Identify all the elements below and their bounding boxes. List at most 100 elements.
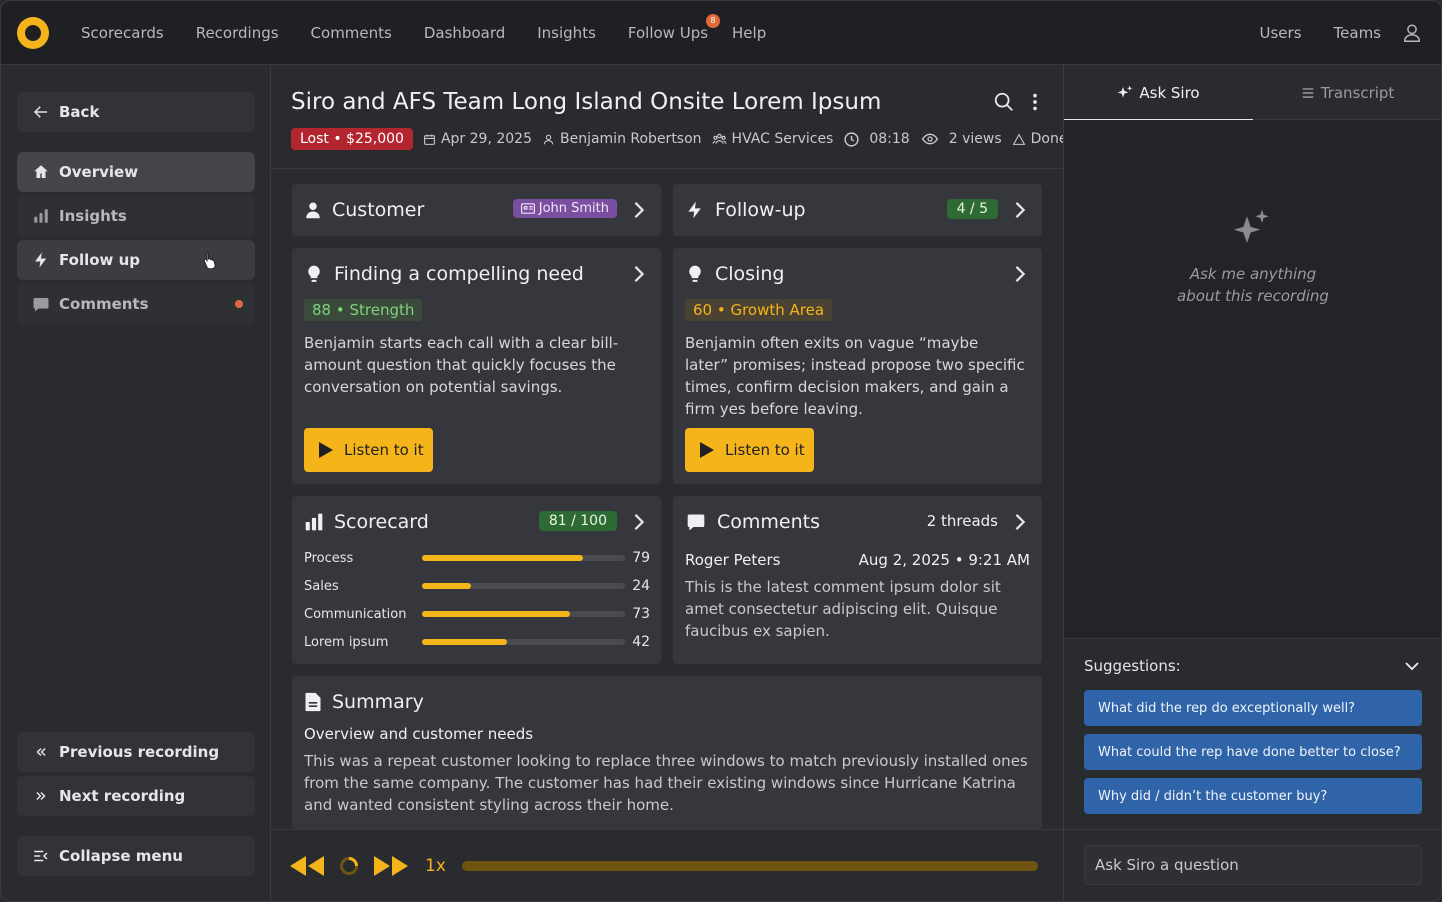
empty-state-line-2: about this recording xyxy=(1177,287,1329,305)
suggestion-button[interactable]: Why did / didn’t the customer buy? xyxy=(1084,778,1422,814)
nav-insights[interactable]: Insights xyxy=(521,24,612,42)
meta-state: Done xyxy=(1012,131,1068,147)
listen-label: Listen to it xyxy=(344,441,424,459)
unread-dot xyxy=(235,300,243,308)
divider xyxy=(1064,829,1441,830)
meta-duration: 08:18 xyxy=(843,131,910,148)
score-bar-fill xyxy=(421,555,583,561)
meta-date-text: Apr 29, 2025 xyxy=(440,131,532,147)
insight-card-title: Finding a compelling need xyxy=(334,263,584,285)
rewind-icon[interactable] xyxy=(289,855,325,877)
sidebar-item-overview[interactable]: Overview xyxy=(17,152,255,192)
header-actions xyxy=(993,91,1041,113)
empty-state-text: Ask me anything about this recording xyxy=(1064,263,1441,307)
bar-chart-icon xyxy=(31,206,51,226)
summary-subtitle: Overview and customer needs xyxy=(304,725,534,743)
clock-icon xyxy=(844,131,859,147)
follow-up-card-title: Follow-up xyxy=(715,199,806,221)
meta-state-text: Done xyxy=(1030,131,1068,147)
sidebar-item-comments[interactable]: Comments xyxy=(17,284,255,324)
chevron-right-icon[interactable] xyxy=(633,513,645,531)
previous-recording-button[interactable]: Previous recording xyxy=(17,732,255,772)
sparkle-icon xyxy=(1118,85,1133,98)
chevron-down-icon[interactable] xyxy=(1403,657,1421,675)
playback-speed[interactable]: 1x xyxy=(425,856,446,876)
user-profile-icon[interactable] xyxy=(1401,22,1423,44)
team-icon xyxy=(712,133,727,144)
suggestion-button[interactable]: What could the rep have done better to c… xyxy=(1084,734,1422,770)
playback-progress-bar[interactable] xyxy=(461,860,1038,871)
nav-teams[interactable]: Teams xyxy=(1318,24,1397,42)
comments-card[interactable]: Comments 2 threads Roger Peters Aug 2, 2… xyxy=(673,496,1042,664)
double-chevron-left-icon xyxy=(31,742,51,762)
score-bar-fill xyxy=(421,639,508,645)
siro-logo[interactable] xyxy=(17,16,49,49)
double-chevron-right-icon xyxy=(31,786,51,806)
insight-text: Benjamin often exits on vague “maybe lat… xyxy=(685,334,1025,418)
recording-header: Siro and AFS Team Long Island Onsite Lor… xyxy=(271,65,1067,169)
collapse-menu-icon xyxy=(31,846,51,866)
tab-transcript[interactable]: Transcript xyxy=(1253,65,1441,120)
insight-text: Benjamin starts each call with a clear b… xyxy=(304,334,619,396)
thread-count: 2 threads xyxy=(926,512,998,530)
play-icon xyxy=(319,442,333,458)
next-recording-button[interactable]: Next recording xyxy=(17,776,255,816)
nav-dashboard[interactable]: Dashboard xyxy=(408,24,521,42)
customer-name-pill[interactable]: John Smith xyxy=(512,199,617,218)
nav-comments[interactable]: Comments xyxy=(295,24,408,42)
nav-help[interactable]: Help xyxy=(724,24,782,42)
score-bar-track xyxy=(421,555,626,561)
follow-up-card[interactable]: Follow-up 4 / 5 xyxy=(673,184,1042,236)
document-icon xyxy=(305,692,321,712)
fast-forward-icon[interactable] xyxy=(373,855,409,877)
score-value: 24 xyxy=(632,578,651,594)
suggestions-title: Suggestions: xyxy=(1084,657,1181,675)
loading-spinner-icon xyxy=(340,856,358,875)
empty-state-line-1: Ask me anything xyxy=(1189,265,1317,283)
insight-card-need: Finding a compelling need 88 • Strength … xyxy=(292,248,661,484)
more-vertical-icon[interactable] xyxy=(1029,91,1041,113)
insight-card-header: Closing xyxy=(685,248,784,300)
sidebar: Back Overview Insights Follow up Comment… xyxy=(1,65,271,901)
sidebar-item-insights[interactable]: Insights xyxy=(17,196,255,236)
sparkle-icon xyxy=(1233,209,1269,243)
comment-text: This is the latest comment ipsum dolor s… xyxy=(685,578,1001,640)
collapse-menu-label: Collapse menu xyxy=(59,847,183,865)
listen-button[interactable]: Listen to it xyxy=(685,428,814,472)
back-button[interactable]: Back xyxy=(17,92,255,132)
ask-siro-input[interactable] xyxy=(1084,845,1422,885)
chevron-right-icon[interactable] xyxy=(633,265,645,283)
lightbulb-icon xyxy=(689,265,701,282)
collapse-menu-button[interactable]: Collapse menu xyxy=(17,836,255,876)
score-row: Sales 24 xyxy=(304,576,650,596)
growth-area-tag: 60 • Growth Area xyxy=(685,299,833,321)
nav-follow-ups[interactable]: Follow Ups 8 xyxy=(612,13,724,42)
comment-icon xyxy=(687,514,705,531)
chevron-right-icon[interactable] xyxy=(633,201,645,219)
customer-card[interactable]: Customer John Smith xyxy=(292,184,661,236)
sidebar-item-follow-up[interactable]: Follow up xyxy=(17,240,255,280)
nav-scorecards[interactable]: Scorecards xyxy=(65,24,180,42)
nav-recordings[interactable]: Recordings xyxy=(180,24,295,42)
scorecard-card[interactable]: Scorecard 81 / 100 Process 79 Sales 24 Commu… xyxy=(292,496,661,664)
tab-ask-siro-label: Ask Siro xyxy=(1139,83,1200,102)
status-badge: Lost • $25,000 xyxy=(291,128,413,150)
chevron-right-icon[interactable] xyxy=(1014,201,1026,219)
nav-users[interactable]: Users xyxy=(1244,24,1318,42)
listen-button[interactable]: Listen to it xyxy=(304,428,433,472)
tab-ask-siro[interactable]: Ask Siro xyxy=(1064,65,1253,121)
meta-duration-text: 08:18 xyxy=(869,131,910,147)
search-icon[interactable] xyxy=(993,91,1015,113)
chevron-right-icon[interactable] xyxy=(1014,265,1026,283)
suggestion-button[interactable]: What did the rep do exceptionally well? xyxy=(1084,690,1422,726)
chevron-right-icon[interactable] xyxy=(1014,513,1026,531)
person-icon xyxy=(306,202,320,219)
follow-up-count-pill: 4 / 5 xyxy=(946,199,998,219)
app-window: Scorecards Recordings Comments Dashboard… xyxy=(0,0,1442,902)
scorecard-card-header: Scorecard xyxy=(304,496,429,548)
sidebar-item-label: Follow up xyxy=(59,251,141,269)
warning-triangle-icon xyxy=(1012,133,1025,145)
page-title: Siro and AFS Team Long Island Onsite Lor… xyxy=(291,89,882,115)
lines-icon xyxy=(1302,87,1313,98)
insight-card-title: Closing xyxy=(715,263,785,285)
